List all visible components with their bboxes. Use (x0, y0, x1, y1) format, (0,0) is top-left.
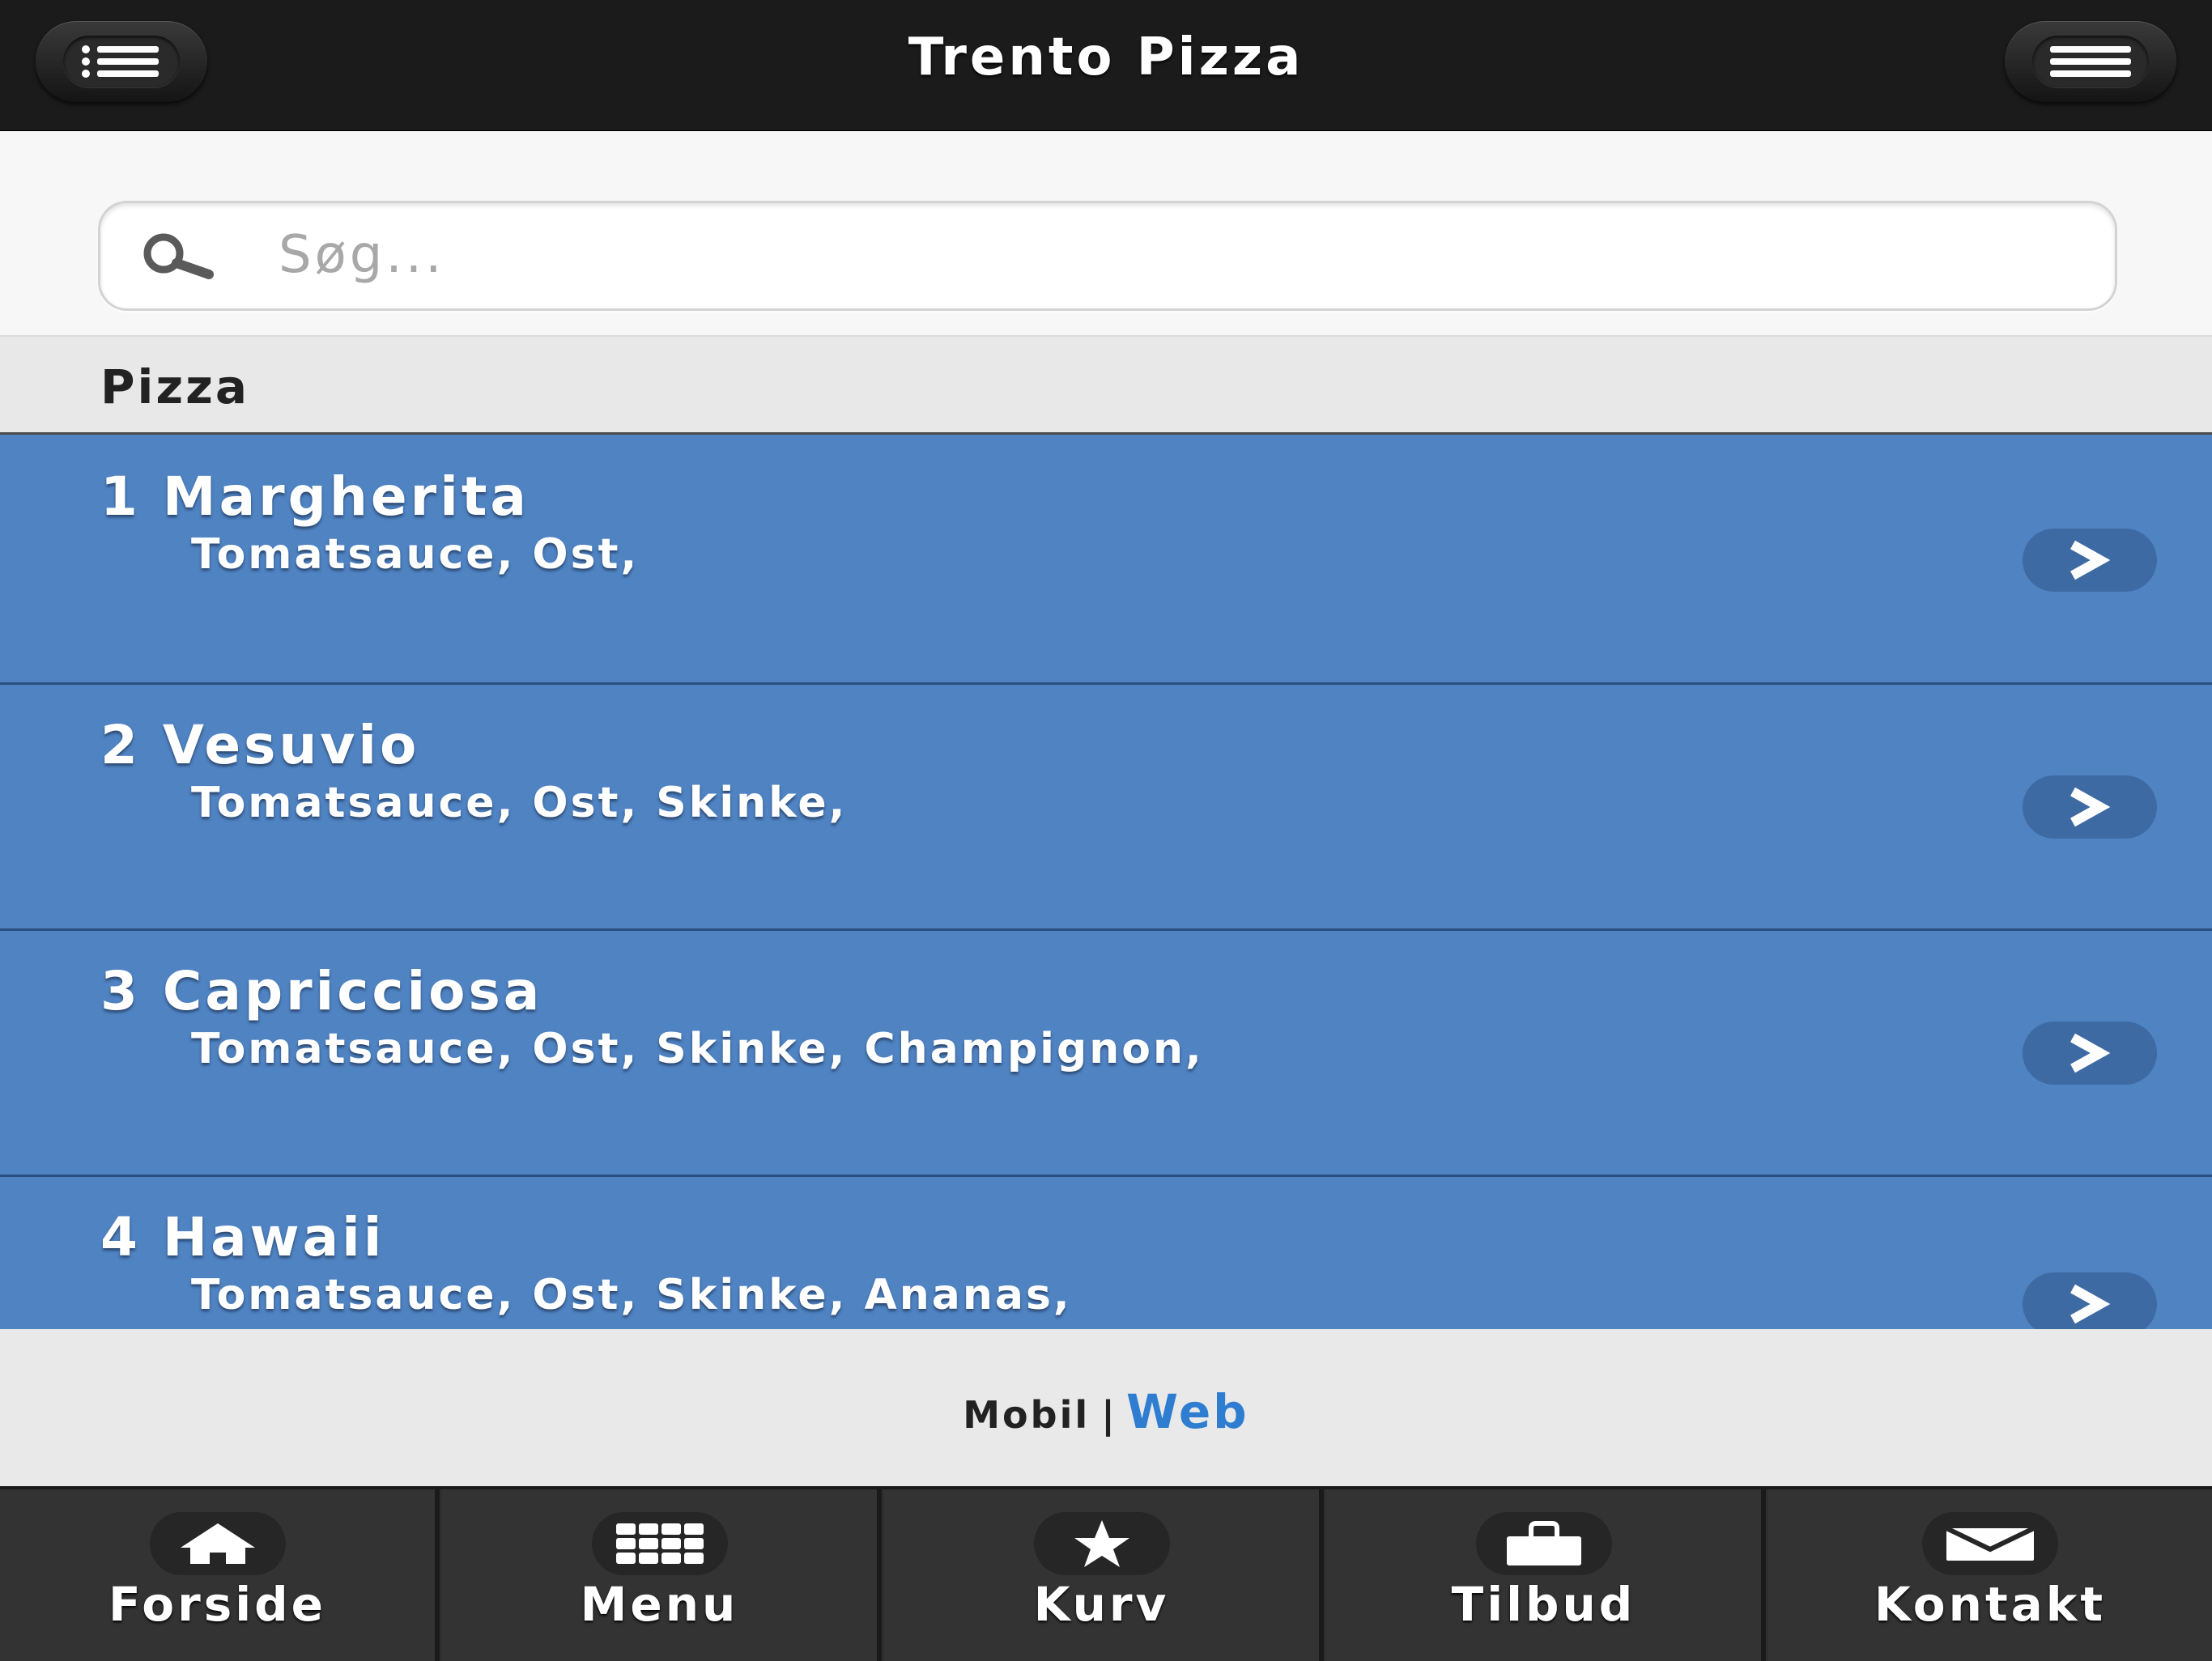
nav-label: Menu (580, 1577, 739, 1632)
home-icon (180, 1523, 255, 1564)
search-area (0, 131, 2212, 337)
chevron-right-icon (2070, 1284, 2111, 1324)
item-description: Tomatsauce, Ost, Skinke, Ananas, (191, 1271, 1072, 1319)
item-detail-button[interactable] (2023, 1022, 2157, 1085)
web-link[interactable]: Web (1126, 1384, 1249, 1439)
item-title: 4 Hawaii (100, 1206, 385, 1268)
chevron-right-icon (2070, 787, 2111, 827)
list-item[interactable]: 4 Hawaii Tomatsauce, Ost, Skinke, Ananas… (0, 1177, 2212, 1329)
category-divider: Pizza (0, 337, 2212, 435)
envelope-icon (1945, 1526, 2035, 1561)
item-description: Tomatsauce, Ost, Skinke, (191, 779, 848, 827)
list-item[interactable]: 2 Vesuvio Tomatsauce, Ost, Skinke, (0, 685, 2212, 931)
grid-icon (615, 1523, 704, 1564)
nav-label: Kurv (1033, 1577, 1170, 1632)
app-title: Trento Pizza (908, 28, 1304, 87)
search-icon (143, 233, 214, 279)
mobile-link[interactable]: Mobil (963, 1393, 1090, 1437)
item-description: Tomatsauce, Ost, (191, 530, 640, 579)
bag-icon (1506, 1521, 1581, 1565)
footer-separator: | (1101, 1393, 1115, 1437)
item-detail-button[interactable] (2023, 529, 2157, 592)
item-title: 1 Margherita (100, 465, 530, 528)
hamburger-menu-icon (2050, 46, 2131, 77)
item-description: Tomatsauce, Ost, Skinke, Champignon, (191, 1025, 1204, 1073)
nav-tilbud[interactable]: Tilbud (1326, 1489, 1766, 1661)
list-item[interactable]: 3 Capricciosa Tomatsauce, Ost, Skinke, C… (0, 931, 2212, 1177)
nav-kontakt[interactable]: Kontakt (1768, 1489, 2212, 1661)
nav-menu[interactable]: Menu (442, 1489, 882, 1661)
search-input[interactable] (277, 218, 2061, 292)
nav-icon-bg (1922, 1512, 2058, 1575)
nav-forside[interactable]: Forside (0, 1489, 440, 1661)
chevron-right-icon (2070, 540, 2111, 580)
nav-icon-bg (1033, 1512, 1170, 1575)
nav-icon-bg (591, 1512, 728, 1575)
chevron-right-icon (2070, 1033, 2111, 1073)
item-title: 3 Capricciosa (100, 960, 543, 1022)
footer-line: Mobil | Web (0, 1384, 2212, 1439)
bottom-nav: Forside Menu Kurv Tilbud Kontakt (0, 1486, 2212, 1661)
nav-label: Forside (108, 1577, 326, 1632)
star-icon (1074, 1520, 1129, 1567)
list-item[interactable]: 1 Margherita Tomatsauce, Ost, (0, 435, 2212, 685)
item-title: 2 Vesuvio (100, 714, 420, 776)
nav-label: Tilbud (1451, 1577, 1636, 1632)
nav-icon-bg (1475, 1512, 1612, 1575)
footer-links: Mobil | Web (0, 1329, 2212, 1486)
item-detail-button[interactable] (2023, 1272, 2157, 1329)
search-box[interactable] (98, 201, 2117, 311)
nav-kurv[interactable]: Kurv (884, 1489, 1324, 1661)
nav-label: Kontakt (1874, 1577, 2107, 1632)
item-detail-button[interactable] (2023, 775, 2157, 839)
category-label: Pizza (100, 359, 250, 414)
menu-button[interactable] (2005, 21, 2176, 102)
header-bar: Trento Pizza (0, 0, 2212, 131)
nav-icon-bg (149, 1512, 286, 1575)
